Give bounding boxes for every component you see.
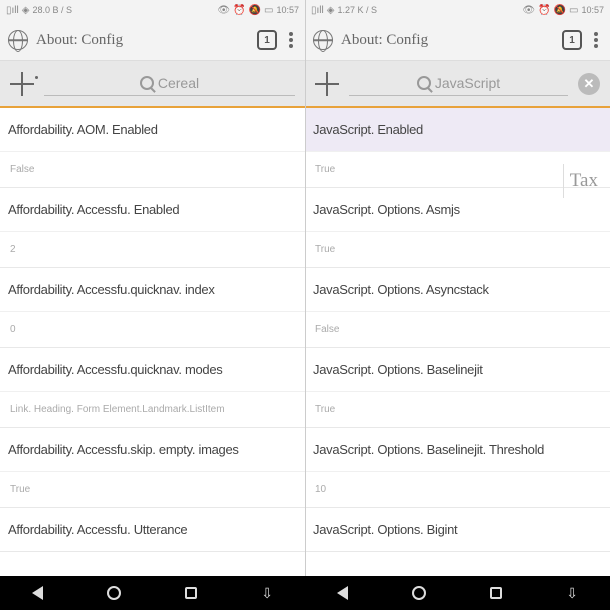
globe-icon: [8, 30, 28, 50]
page-title: About: Config: [341, 32, 554, 49]
recent-button[interactable]: [490, 587, 502, 599]
clock: 10:57: [581, 5, 604, 15]
back-button[interactable]: [32, 586, 43, 600]
add-button[interactable]: [10, 72, 34, 96]
pref-row[interactable]: JavaScript. Options. BaselinejitTrue: [305, 348, 610, 428]
pref-row[interactable]: JavaScript. Options. Bigint: [305, 508, 610, 552]
menu-button[interactable]: [590, 32, 602, 48]
pane-divider: [305, 0, 306, 576]
recent-button[interactable]: [185, 587, 197, 599]
app-bar: About: Config 1: [0, 20, 305, 60]
tab-count-button[interactable]: 1: [562, 30, 582, 50]
pref-title: Affordability. AOM. Enabled: [0, 108, 305, 151]
search-text: Cereal: [158, 75, 199, 91]
pref-row[interactable]: Affordability. Accessfu.skip. empty. ima…: [0, 428, 305, 508]
pref-row[interactable]: Affordability. Accessfu.quicknav. modesL…: [0, 348, 305, 428]
battery-icon: ▭: [569, 5, 578, 16]
battery-icon: ▭: [264, 5, 273, 16]
right-pane: ▯ıll ◈ 1.27 K / S 👁 ⏰ 🔕 ▭ 10:57 About: C…: [305, 0, 610, 610]
pref-row[interactable]: JavaScript. Options. Baselinejit. Thresh…: [305, 428, 610, 508]
pref-row[interactable]: Affordability. AOM. EnabledFalse: [0, 108, 305, 188]
clear-search-button[interactable]: ✕: [578, 73, 600, 95]
pref-value: True: [0, 471, 305, 507]
pref-title: JavaScript. Options. Baselinejit. Thresh…: [305, 428, 610, 471]
pref-title: JavaScript. Options. Baselinejit: [305, 348, 610, 391]
signal-icon: ▯ıll: [6, 5, 19, 16]
left-pane: ▯ıll ◈ 28.0 B / S 👁 ⏰ 🔕 ▭ 10:57 About: C…: [0, 0, 305, 610]
pref-value: 10: [305, 471, 610, 507]
search-icon: [417, 76, 431, 90]
search-text: JavaScript: [435, 75, 500, 91]
net-speed: 28.0 B / S: [32, 5, 72, 15]
add-button[interactable]: [315, 72, 339, 96]
app-bar: About: Config 1: [305, 20, 610, 60]
home-button[interactable]: [412, 586, 426, 600]
pref-value: True: [305, 231, 610, 267]
status-bar: ▯ıll ◈ 1.27 K / S 👁 ⏰ 🔕 ▭ 10:57: [305, 0, 610, 20]
drawer-button[interactable]: ⇩: [261, 585, 273, 602]
pref-value: True: [305, 391, 610, 427]
status-bar: ▯ıll ◈ 28.0 B / S 👁 ⏰ 🔕 ▭ 10:57: [0, 0, 305, 20]
page-title: About: Config: [36, 32, 249, 49]
alarm-icon: ⏰: [233, 5, 245, 16]
pref-value: False: [0, 151, 305, 187]
pref-value: 0: [0, 311, 305, 347]
eye-icon: 👁: [217, 5, 230, 16]
pref-row[interactable]: Affordability. Accessfu. Enabled2: [0, 188, 305, 268]
pref-title: JavaScript. Options. Asyncstack: [305, 268, 610, 311]
pref-row[interactable]: JavaScript. Options. AsyncstackFalse: [305, 268, 610, 348]
nav-bar: ⇩ ⇩: [0, 576, 610, 610]
mute-icon: 🔕: [554, 5, 566, 16]
net-speed: 1.27 K / S: [337, 5, 377, 15]
wifi-icon: ◈: [327, 5, 335, 16]
pref-title: Affordability. Accessfu.skip. empty. ima…: [0, 428, 305, 471]
pref-value: False: [305, 311, 610, 347]
pref-row[interactable]: JavaScript. Options. AsmjsTrue: [305, 188, 610, 268]
mute-icon: 🔕: [249, 5, 261, 16]
pref-title: Affordability. Accessfu. Utterance: [0, 508, 305, 551]
tax-label: Tax: [563, 164, 604, 198]
clock: 10:57: [276, 5, 299, 15]
pref-title: Affordability. Accessfu.quicknav. index: [0, 268, 305, 311]
home-button[interactable]: [107, 586, 121, 600]
signal-icon: ▯ıll: [311, 5, 324, 16]
tab-count-button[interactable]: 1: [257, 30, 277, 50]
search-bar: Cereal: [0, 60, 305, 108]
pref-title: JavaScript. Options. Bigint: [305, 508, 610, 551]
pref-title: Affordability. Accessfu.quicknav. modes: [0, 348, 305, 391]
alarm-icon: ⏰: [538, 5, 550, 16]
search-bar: JavaScript ✕: [305, 60, 610, 108]
menu-button[interactable]: [285, 32, 297, 48]
pref-row[interactable]: Affordability. Accessfu. Utterance: [0, 508, 305, 552]
drawer-button[interactable]: ⇩: [566, 585, 578, 602]
eye-icon: 👁: [522, 5, 535, 16]
pref-value: Link. Heading. Form Element.Landmark.Lis…: [0, 391, 305, 427]
back-button[interactable]: [337, 586, 348, 600]
search-input[interactable]: Cereal: [44, 71, 295, 96]
pref-row[interactable]: Affordability. Accessfu.quicknav. index0: [0, 268, 305, 348]
pref-title: Affordability. Accessfu. Enabled: [0, 188, 305, 231]
search-input[interactable]: JavaScript: [349, 71, 568, 96]
search-icon: [140, 76, 154, 90]
pref-title: JavaScript. Enabled: [305, 108, 610, 151]
pref-value: 2: [0, 231, 305, 267]
globe-icon: [313, 30, 333, 50]
pref-list[interactable]: Affordability. AOM. EnabledFalseAffordab…: [0, 108, 305, 610]
wifi-icon: ◈: [22, 5, 30, 16]
